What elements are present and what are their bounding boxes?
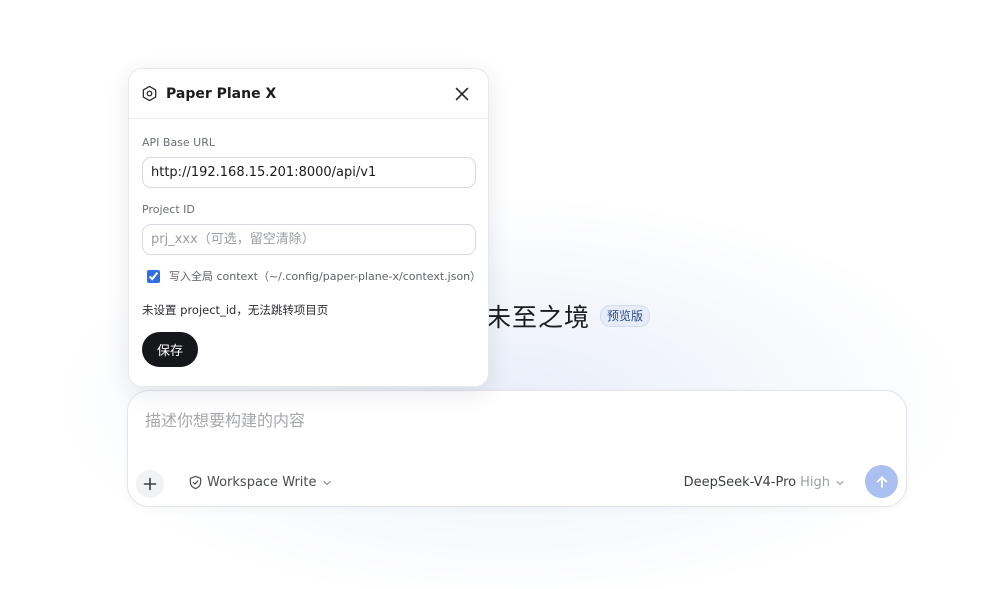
gear-icon [142,85,157,102]
project-id-input[interactable] [142,224,476,255]
close-button[interactable] [450,82,474,106]
effort-label: High [800,475,830,490]
chevron-down-icon [836,480,844,485]
api-base-url-label: API Base URL [142,136,216,149]
popover-header: Paper Plane X [129,69,488,119]
save-button[interactable]: 保存 [142,332,198,367]
plus-icon [143,477,157,491]
popover-body: API Base URL Project ID 写入全局 context（~/.… [129,119,488,367]
arrow-up-icon [876,475,887,488]
model-name: DeepSeek-V4-Pro [683,475,797,490]
prompt-composer: 描述你想要构建的内容 Workspace Write DeepSeek-V4-P… [127,390,907,507]
chevron-down-icon [322,480,331,485]
model-selector[interactable]: DeepSeek-V4-Pro High [684,475,846,490]
permission-label: Workspace Write [207,475,317,490]
hero-title: 未至之境 预览版 [486,298,651,334]
page-title: 未至之境 [486,303,591,332]
global-context-label: 写入全局 context（~/.config/paper-plane-x/con… [169,270,482,283]
settings-popover: Paper Plane X API Base URL Project ID 写入… [128,68,489,387]
permission-selector[interactable]: Workspace Write [188,475,333,490]
popover-title: Paper Plane X [166,85,277,102]
send-button[interactable] [865,465,898,498]
global-context-option[interactable]: 写入全局 context（~/.config/paper-plane-x/con… [142,268,481,284]
api-base-url-input[interactable] [142,157,476,188]
close-icon [455,87,469,100]
add-attachment-button[interactable] [136,470,164,498]
project-id-label: Project ID [142,203,195,216]
shield-icon [189,475,202,490]
prompt-input[interactable]: 描述你想要构建的内容 [145,407,305,431]
project-id-hint: 未设置 project_id，无法跳转项目页 [142,303,329,317]
preview-badge: 预览版 [600,305,651,327]
global-context-checkbox[interactable] [147,269,160,283]
